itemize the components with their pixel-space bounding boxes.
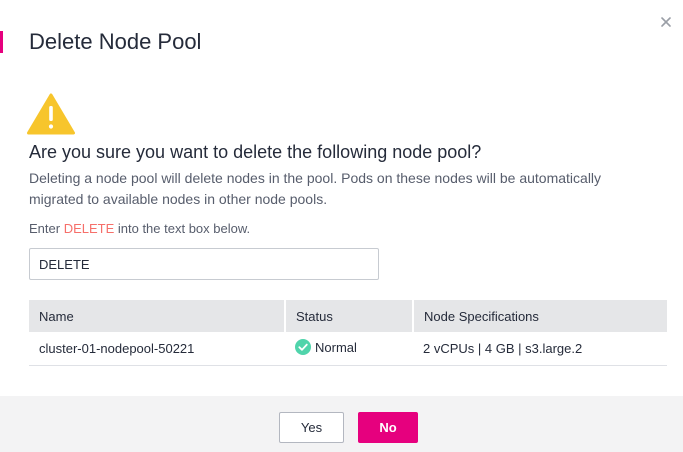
table-header-row: Name Status Node Specifications (29, 300, 667, 332)
enter-hint-keyword: DELETE (63, 221, 115, 236)
node-spec-cell: 2 vCPUs | 4 GB | s3.large.2 (413, 332, 667, 366)
check-circle-icon (295, 339, 311, 355)
delete-description: Deleting a node pool will delete nodes i… (29, 170, 602, 207)
dialog-title: Delete Node Pool (29, 29, 202, 54)
dialog-footer: Yes No (0, 396, 683, 452)
column-header-node-specifications: Node Specifications (413, 300, 667, 332)
title-accent-bar (0, 31, 3, 53)
enter-hint-suffix: into the text box below. (114, 221, 251, 236)
delete-node-pool-dialog: Delete Node Pool Are you sure you want t… (0, 0, 683, 452)
no-button[interactable]: No (358, 412, 418, 443)
status-label: Normal (315, 339, 357, 355)
enter-hint-prefix: Enter (29, 221, 64, 236)
column-header-status: Status (285, 300, 414, 332)
confirm-question: Are you sure you want to delete the foll… (29, 142, 482, 162)
warning-icon (27, 93, 75, 135)
enter-hint: Enter DELETE into the text box below. (29, 219, 250, 239)
table-row: cluster-01-nodepool-50221 Normal 2 vCPUs… (29, 332, 667, 366)
node-pool-name-cell: cluster-01-nodepool-50221 (29, 332, 285, 366)
confirm-delete-input[interactable] (29, 248, 379, 280)
node-pool-status-cell: Normal (285, 332, 413, 366)
node-pool-table: Name Status Node Specifications cluster-… (29, 300, 667, 366)
close-icon[interactable] (656, 12, 676, 32)
yes-button[interactable]: Yes (279, 412, 344, 443)
status-badge: Normal (295, 339, 357, 355)
column-header-name: Name (29, 300, 286, 332)
